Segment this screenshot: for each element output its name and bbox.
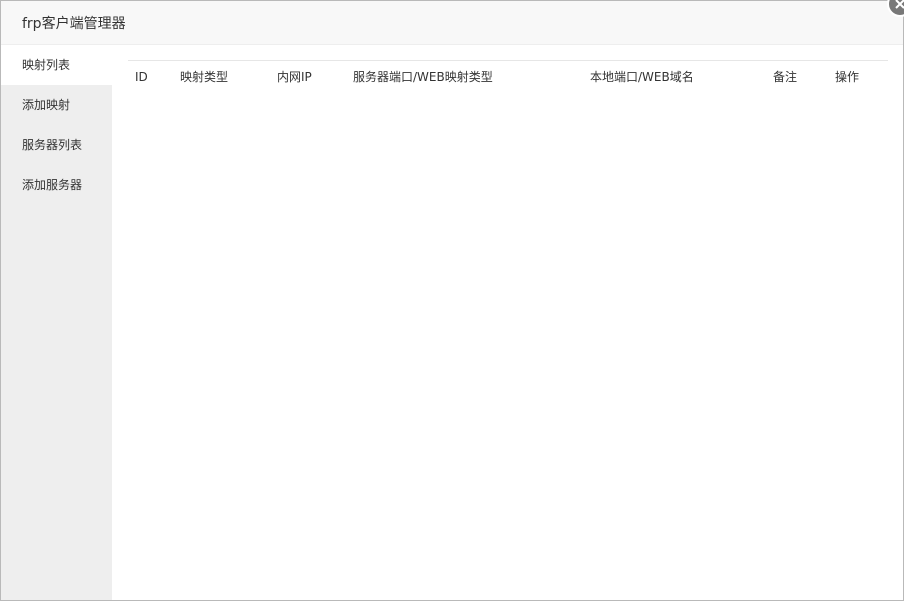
sidebar: 映射列表 添加映射 服务器列表 添加服务器 xyxy=(1,45,112,600)
column-header-server-port: 服务器端口/WEB映射类型 xyxy=(353,70,493,84)
main-content: ID 映射类型 内网IP 服务器端口/WEB映射类型 本地端口/WEB域名 备注… xyxy=(112,45,903,600)
column-header-mapping-type: 映射类型 xyxy=(180,70,229,84)
window-title: frp客户端管理器 xyxy=(22,16,126,32)
column-header-id: ID xyxy=(135,70,148,84)
column-header-local-port: 本地端口/WEB域名 xyxy=(590,70,694,84)
sidebar-item-add-server[interactable]: 添加服务器 xyxy=(1,165,112,205)
sidebar-item-mapping-list[interactable]: 映射列表 xyxy=(1,45,112,85)
column-header-actions: 操作 xyxy=(835,70,860,84)
table-top-divider xyxy=(128,60,888,61)
title-bar: frp客户端管理器 xyxy=(1,1,903,45)
dialog-window: frp客户端管理器 映射列表 添加映射 服务器列表 添加服务器 ID 映射类型 … xyxy=(0,0,904,601)
column-header-internal-ip: 内网IP xyxy=(277,70,312,84)
column-header-remark: 备注 xyxy=(773,70,798,84)
sidebar-item-server-list[interactable]: 服务器列表 xyxy=(1,125,112,165)
sidebar-item-add-mapping[interactable]: 添加映射 xyxy=(1,85,112,125)
